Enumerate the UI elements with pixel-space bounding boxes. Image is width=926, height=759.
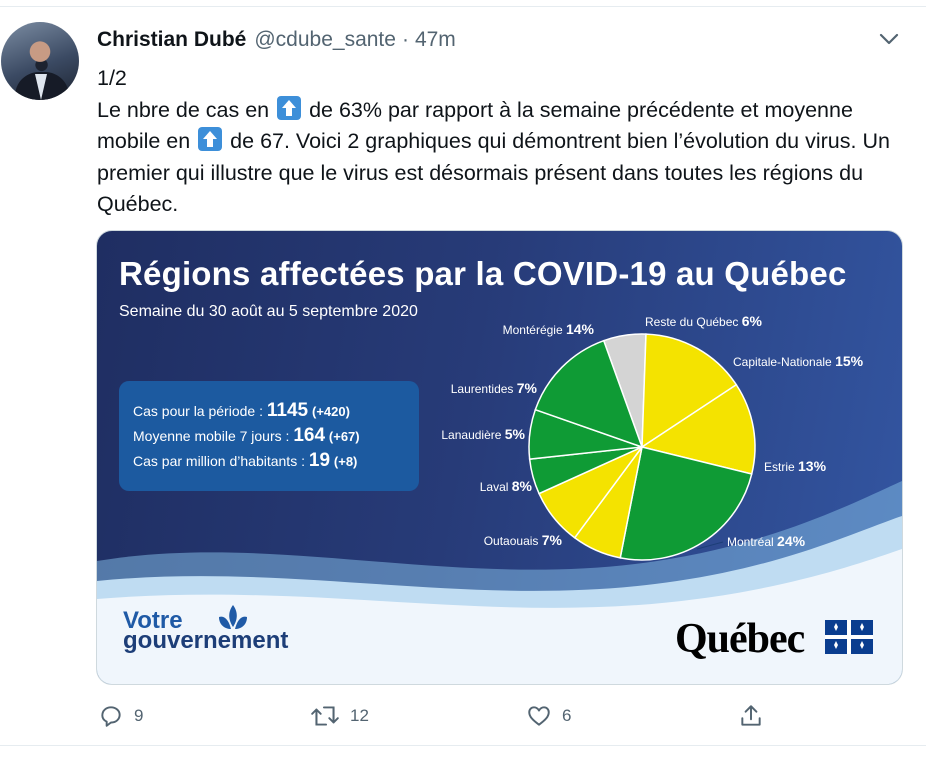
tweet-header: Christian Dubé @cdube_sante · 47m [97, 28, 456, 56]
quebec-flag-icon [825, 620, 873, 654]
like-button[interactable]: 6 [526, 700, 571, 732]
up-arrow-icon [277, 95, 302, 120]
avatar[interactable] [1, 22, 79, 100]
reply-button[interactable]: 9 [98, 700, 143, 732]
pie-slice-label: Laurentides 7% [451, 380, 538, 396]
pie-slice-label: Montréal 24% [727, 533, 806, 549]
tweet-text-line1: 1/2 [97, 66, 127, 90]
chevron-down-icon[interactable] [878, 30, 900, 48]
pie-slice-label: Outaouais 7% [484, 532, 563, 548]
retweet-icon [311, 706, 339, 726]
bottom-divider [0, 745, 926, 746]
tweet-text: 1/2 Le nbre de cas en de 63% par rapport… [97, 63, 912, 221]
quebec-logo-text: Québec [675, 616, 805, 662]
pie-slice-label: Lanaudière 5% [441, 426, 525, 442]
share-button[interactable] [738, 700, 764, 732]
pie-slice-label: Montérégie 14% [503, 321, 595, 337]
tweet[interactable]: Christian Dubé @cdube_sante · 47m 1/2 Le… [0, 0, 926, 759]
tweet-text-body: Le nbre de cas en de 63% par rapport à l… [97, 95, 912, 221]
reply-icon [101, 706, 121, 727]
top-divider [0, 0, 926, 7]
tweet-timestamp[interactable]: 47m [415, 28, 456, 52]
logo-gouvernement-text: gouvernement [123, 627, 289, 654]
up-arrow-icon [198, 127, 223, 151]
reply-count: 9 [134, 706, 144, 725]
tweet-text-a: Le nbre de cas en [97, 97, 276, 122]
pie-slice-label: Laval 8% [480, 478, 533, 494]
pie-slice-label: Reste du Québec 6% [645, 313, 763, 329]
separator-dot: · [401, 28, 409, 51]
retweet-button[interactable]: 12 [310, 700, 369, 732]
votre-gouvernement-logo: Votre gouvernement [123, 609, 289, 654]
pie-slice-label: Estrie 13% [764, 458, 827, 474]
author-name[interactable]: Christian Dubé [97, 28, 246, 52]
heart-icon [528, 706, 550, 726]
pie-slice-label: Capitale-Nationale 15% [733, 353, 864, 369]
retweet-count: 12 [350, 706, 369, 725]
tweet-media-image[interactable]: Régions affectées par la COVID-19 au Qué… [96, 230, 903, 685]
tweet-actions: 9 12 6 [0, 700, 926, 736]
like-count: 6 [562, 706, 572, 725]
fleur-de-lis-icon [219, 605, 247, 629]
share-icon [741, 705, 761, 726]
author-handle[interactable]: @cdube_sante [254, 28, 396, 52]
